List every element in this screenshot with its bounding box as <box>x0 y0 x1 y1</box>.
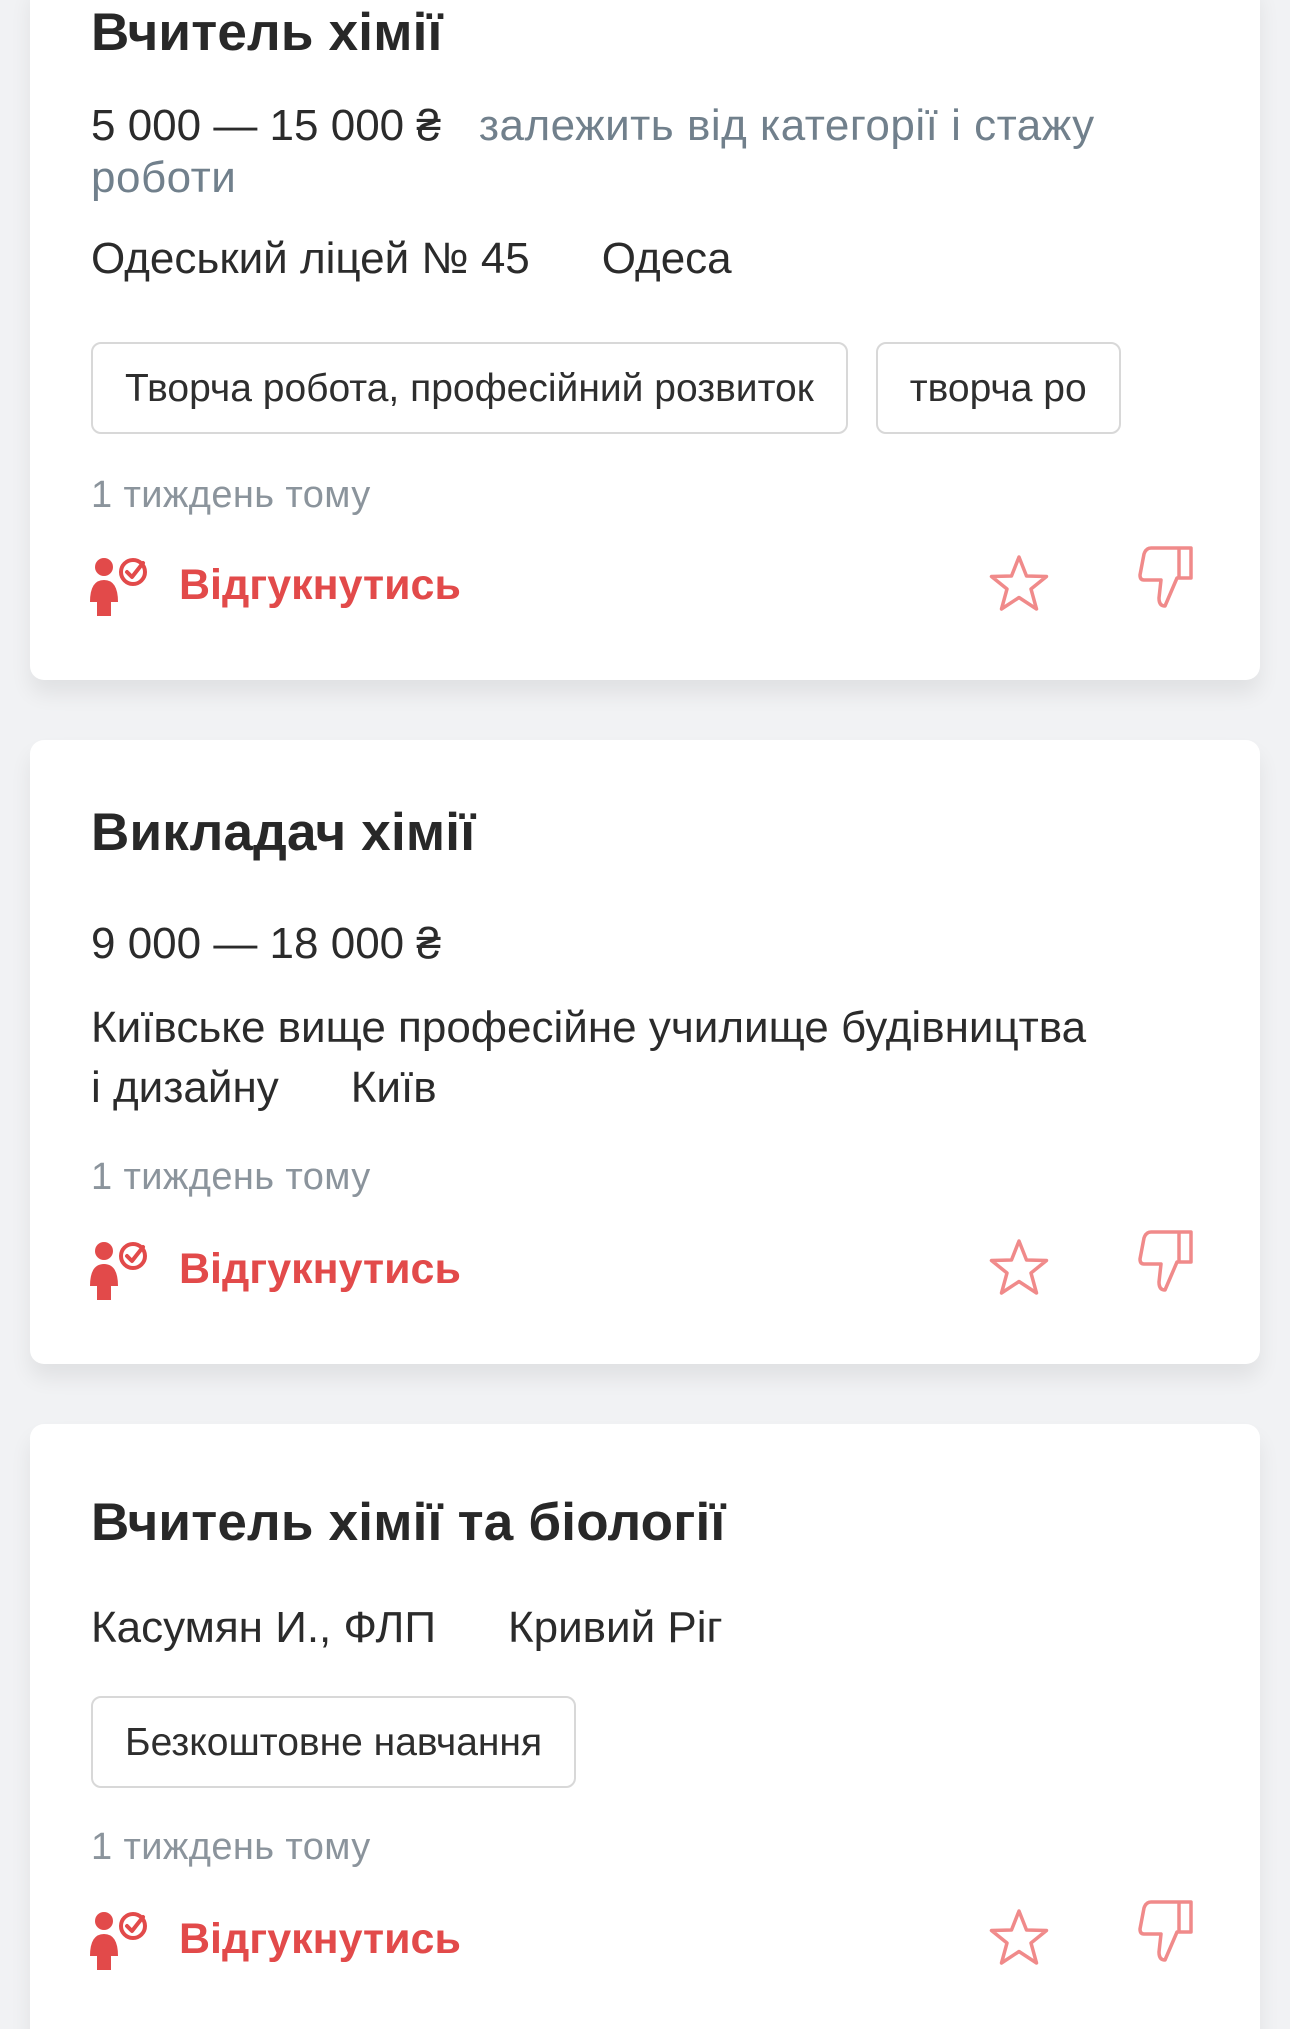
vacancy-card[interactable]: Викладач хімії 9 000 — 18 000 ₴ Київське… <box>30 740 1260 1364</box>
employer-block: Одеський ліцей № 45 Одеса <box>91 229 1091 289</box>
tag: творча ро <box>875 342 1121 434</box>
person-check-icon <box>90 1912 147 1970</box>
star-outline-icon <box>989 1909 1049 1965</box>
salary-range: 9 000 — 18 000 ₴ <box>91 919 441 968</box>
person-check-icon <box>90 558 147 616</box>
apply-button[interactable]: Відгукнутись <box>87 1234 461 1304</box>
salary-range: 5 000 — 15 000 ₴ <box>91 101 441 150</box>
apply-button[interactable]: Відгукнутись <box>87 1904 461 1974</box>
vacancy-card[interactable]: Вчитель хімії та біології Касумян И., ФЛ… <box>30 1424 1260 2029</box>
vacancy-title[interactable]: Викладач хімії <box>91 802 475 863</box>
tag-list: Безкоштовне навчання <box>91 1696 1231 1792</box>
apply-label: Відгукнутись <box>179 1914 461 1963</box>
posted-time: 1 тиждень тому <box>91 1156 371 1198</box>
tag: Творча робота, професійний розвиток <box>91 342 848 434</box>
favorite-button[interactable] <box>987 1906 1051 1970</box>
card-actions: Відгукнутись <box>87 1900 1207 1974</box>
dislike-button[interactable] <box>1135 1896 1199 1966</box>
city: Київ <box>350 1063 437 1112</box>
posted-time: 1 тиждень тому <box>91 1826 371 1868</box>
salary-block: 9 000 — 18 000 ₴ <box>91 918 1151 970</box>
thumbs-down-icon <box>1138 546 1193 608</box>
employer-block: Касумян И., ФЛП Кривий Ріг <box>91 1598 1091 1658</box>
city: Кривий Ріг <box>508 1603 723 1652</box>
apply-button[interactable]: Відгукнутись <box>87 550 461 620</box>
apply-label: Відгукнутись <box>179 560 461 609</box>
favorite-button[interactable] <box>987 1236 1051 1300</box>
favorite-button[interactable] <box>987 552 1051 616</box>
employer-name: Одеський ліцей № 45 <box>91 234 530 283</box>
star-outline-icon <box>989 1239 1049 1295</box>
city: Одеса <box>601 234 732 283</box>
dislike-button[interactable] <box>1135 542 1199 612</box>
posted-time: 1 тиждень тому <box>91 474 371 516</box>
dislike-button[interactable] <box>1135 1226 1199 1296</box>
apply-label: Відгукнутись <box>179 1244 461 1293</box>
salary-block: 5 000 — 15 000 ₴ залежить від категорії і… <box>91 100 1151 204</box>
employer-name: Касумян И., ФЛП <box>91 1603 436 1652</box>
card-actions: Відгукнутись <box>87 1230 1207 1304</box>
thumbs-down-icon <box>1138 1900 1193 1962</box>
vacancy-card[interactable]: Вчитель хімії 5 000 — 15 000 ₴ залежить в… <box>30 0 1260 680</box>
thumbs-down-icon <box>1138 1230 1193 1292</box>
star-outline-icon <box>989 555 1049 611</box>
employer-name: Київське вище професійне училище будівни… <box>91 1003 1087 1112</box>
vacancy-title[interactable]: Вчитель хімії та біології <box>91 1492 726 1553</box>
card-actions: Відгукнутись <box>87 546 1207 620</box>
vacancy-feed: Вчитель хімії 5 000 — 15 000 ₴ залежить в… <box>0 0 1290 2029</box>
tag-list: Творча робота, професійний розвиток творч… <box>91 342 1231 438</box>
tag: Безкоштовне навчання <box>91 1696 577 1788</box>
vacancy-title[interactable]: Вчитель хімії <box>91 2 443 63</box>
person-check-icon <box>90 1242 147 1300</box>
employer-block: Київське вище професійне училище будівни… <box>91 998 1091 1118</box>
